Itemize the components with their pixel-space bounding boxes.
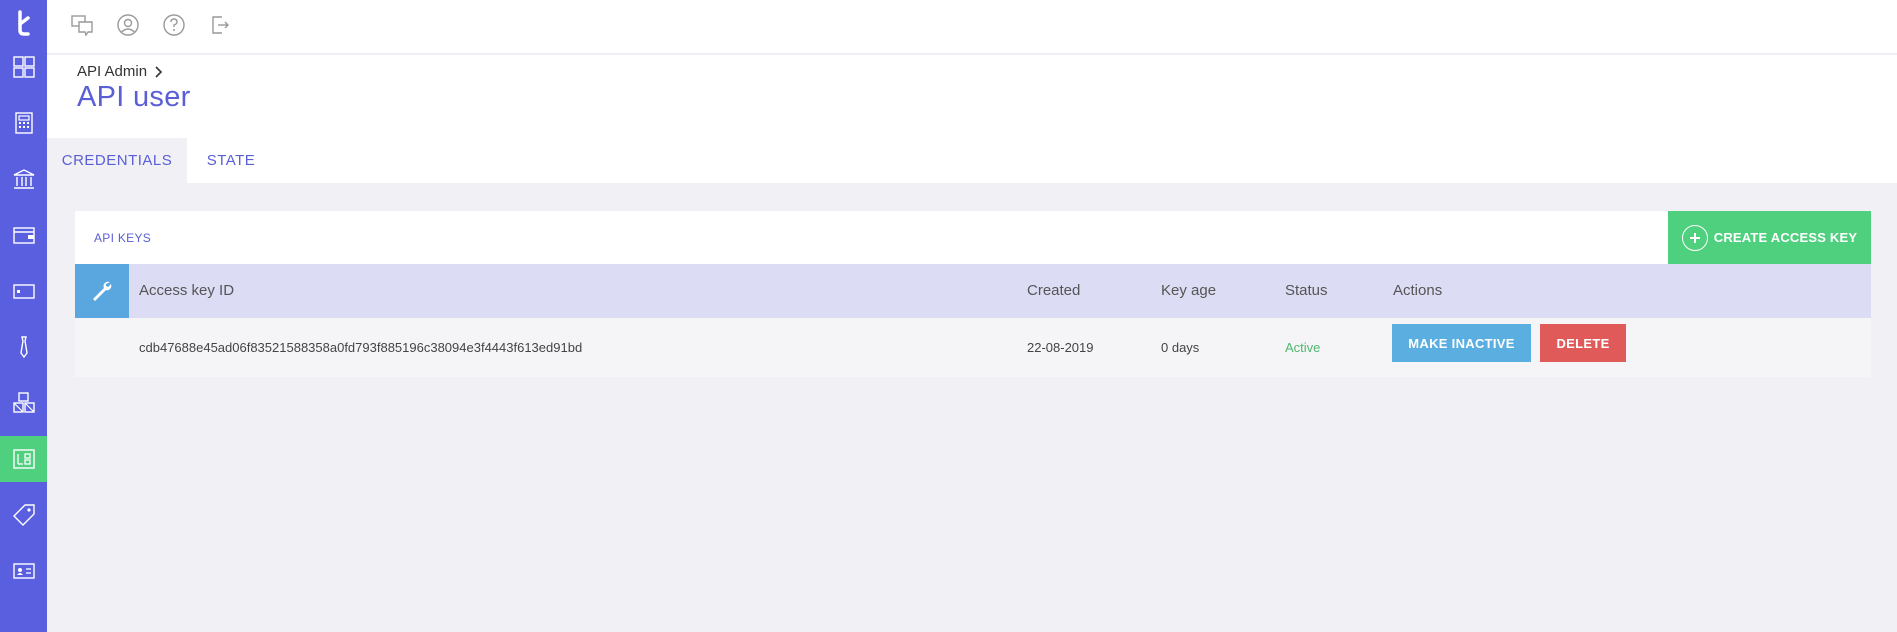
help-button[interactable]: [161, 12, 187, 38]
breadcrumb: API Admin: [77, 63, 163, 80]
table-header: Access key ID Created Key age Status Act…: [75, 264, 1871, 318]
sidebar-item-boxes[interactable]: [0, 380, 47, 426]
tab-credentials[interactable]: CREDENTIALS: [47, 138, 187, 183]
help-icon: [163, 14, 185, 36]
id-card-icon: [12, 563, 35, 579]
breadcrumb-link-api-admin[interactable]: API Admin: [77, 63, 147, 80]
column-header-actions: Actions: [1393, 282, 1443, 299]
sidebar: [0, 0, 47, 632]
sidebar-item-calculator[interactable]: [0, 100, 47, 146]
column-header-created[interactable]: Created: [1027, 282, 1080, 299]
created-cell: 22-08-2019: [1027, 340, 1094, 355]
plus-circle-icon: [1681, 224, 1708, 251]
api-keys-panel-header: API KEYS CREATE ACCESS KEY: [75, 211, 1871, 264]
status-badge: Active: [1285, 340, 1321, 355]
sidebar-item-id-card[interactable]: [0, 548, 47, 594]
chevron-right-icon: [155, 65, 163, 78]
table-row: cdb47688e45ad06f83521588358a0fd793f88519…: [75, 318, 1871, 377]
column-header-access-key-id[interactable]: Access key ID: [139, 282, 234, 299]
sidebar-item-wallet[interactable]: [0, 212, 47, 258]
card-icon: [12, 284, 35, 299]
user-circle-icon: [117, 14, 139, 36]
logo-icon: [17, 10, 30, 36]
chat-button[interactable]: [69, 12, 95, 38]
sidebar-item-bank[interactable]: [0, 156, 47, 202]
page-title: API user: [77, 81, 191, 113]
logout-icon: [212, 16, 229, 34]
tie-icon: [19, 336, 28, 359]
page-header: API Admin API user CREDENTIALS STATE: [47, 55, 1897, 183]
delete-button[interactable]: DELETE: [1540, 324, 1626, 362]
wrench-header-cell: [75, 264, 129, 318]
bank-icon: [13, 169, 34, 189]
logout-button[interactable]: [207, 12, 233, 38]
boxes-icon: [12, 392, 35, 413]
chat-icon: [71, 15, 93, 37]
create-access-key-button[interactable]: CREATE ACCESS KEY: [1668, 211, 1871, 264]
sidebar-item-card[interactable]: [0, 268, 47, 314]
tab-state[interactable]: STATE: [187, 138, 275, 183]
column-header-status[interactable]: Status: [1285, 282, 1328, 299]
tag-icon: [12, 504, 35, 526]
key-age-cell: 0 days: [1161, 340, 1200, 355]
dashboard-grid-icon: [12, 56, 35, 78]
sidebar-item-api-admin[interactable]: [0, 436, 47, 482]
wallet-icon: [12, 227, 35, 244]
wrench-icon: [93, 281, 112, 301]
topbar: [47, 0, 1897, 54]
column-header-key-age[interactable]: Key age: [1161, 282, 1216, 299]
panel-title: API KEYS: [94, 231, 152, 245]
sidebar-item-tie[interactable]: [0, 324, 47, 370]
calculator-icon: [14, 112, 33, 134]
make-inactive-button[interactable]: MAKE INACTIVE: [1392, 324, 1531, 362]
api-admin-icon: [12, 449, 35, 469]
profile-button[interactable]: [115, 12, 141, 38]
sidebar-item-dashboard[interactable]: [0, 44, 47, 90]
create-access-key-label: CREATE ACCESS KEY: [1713, 230, 1858, 245]
sidebar-item-tag[interactable]: [0, 492, 47, 538]
access-key-id-cell: cdb47688e45ad06f83521588358a0fd793f88519…: [139, 340, 583, 355]
app-logo[interactable]: [0, 0, 47, 46]
